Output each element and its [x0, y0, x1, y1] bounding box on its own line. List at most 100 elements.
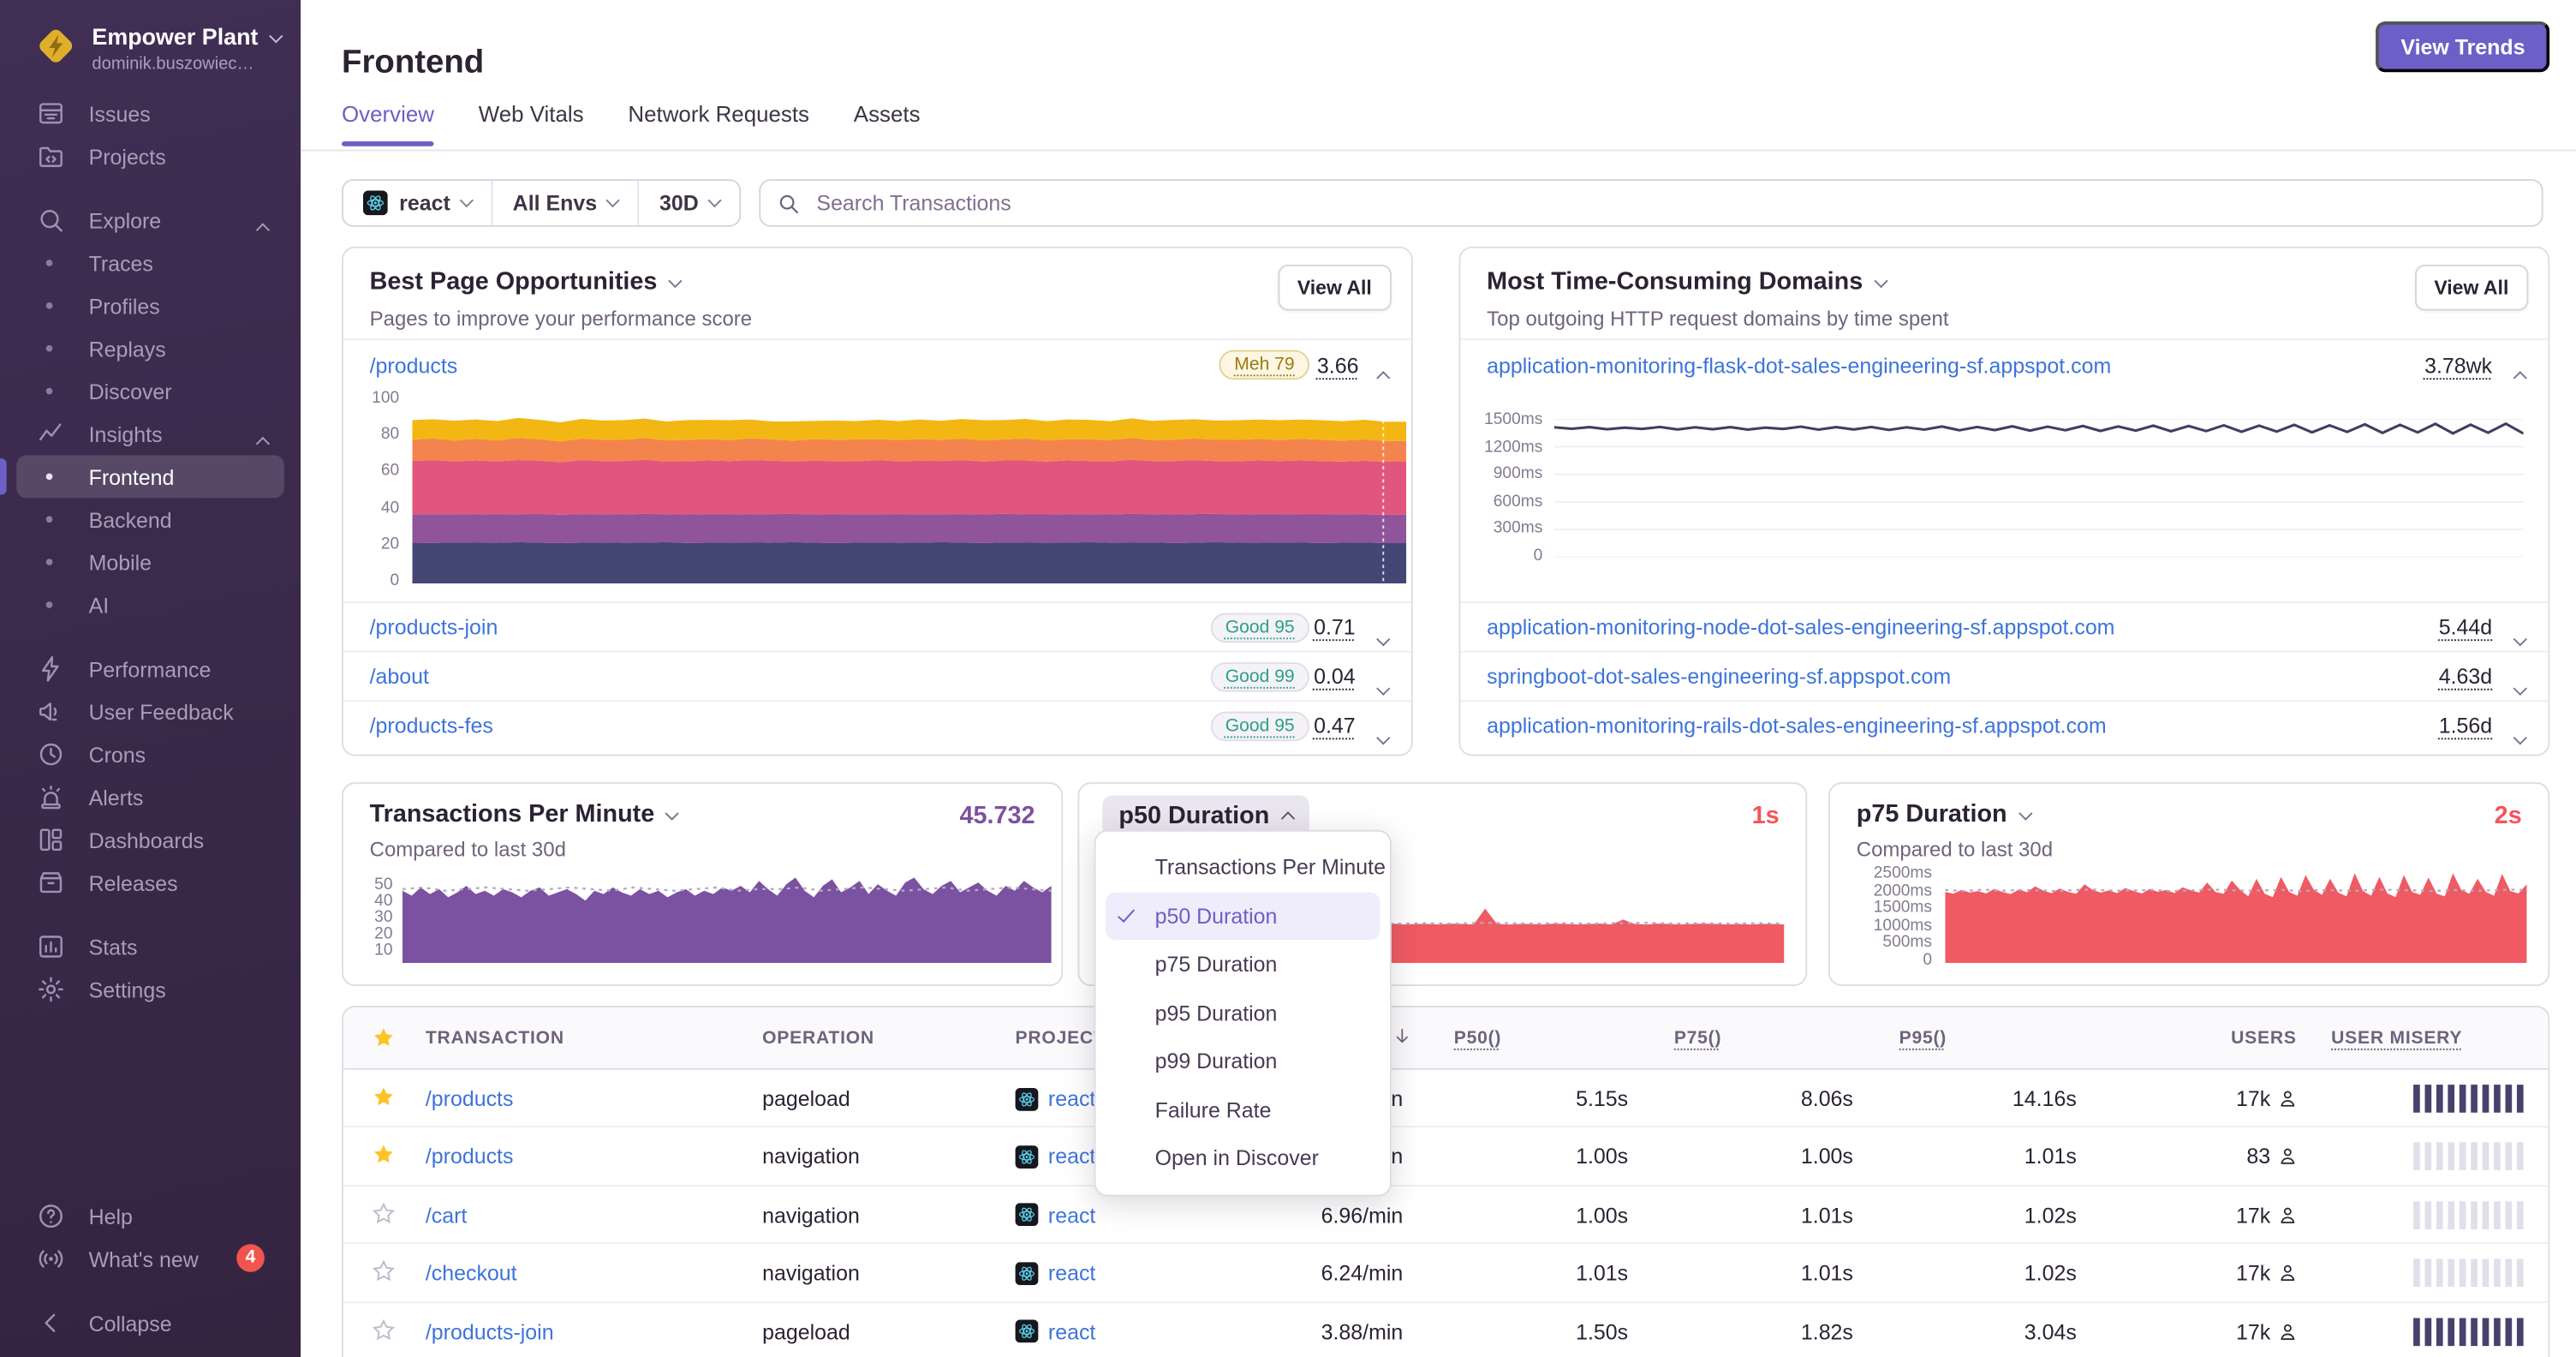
- page-link[interactable]: /about: [370, 664, 429, 689]
- sidebar-item-collapse[interactable]: Collapse: [16, 1301, 284, 1344]
- environment-filter[interactable]: All Envs: [492, 181, 638, 225]
- sidebar-item-stats[interactable]: Stats: [16, 925, 284, 968]
- expand-row-icon[interactable]: [1379, 721, 1389, 751]
- sidebar-item-user-feedback[interactable]: User Feedback: [16, 690, 284, 733]
- unstarred-icon[interactable]: [372, 1259, 397, 1284]
- sidebar-item-projects[interactable]: Projects: [16, 135, 284, 177]
- dropdown-item-open-in-discover[interactable]: Open in Discover: [1106, 1134, 1380, 1183]
- sidebar-item-frontend[interactable]: Frontend: [16, 455, 284, 498]
- p75-panel-title[interactable]: p75 Duration: [1857, 800, 2030, 828]
- page-link[interactable]: /products-fes: [370, 714, 493, 738]
- favorite-star-icon[interactable]: [372, 1025, 397, 1050]
- opportunity-score[interactable]: 0.47: [1314, 714, 1356, 738]
- bpo-panel-title[interactable]: Best Page Opportunities: [370, 268, 681, 296]
- starred-icon[interactable]: [372, 1085, 397, 1109]
- sidebar-item-ai[interactable]: AI: [16, 583, 284, 626]
- expand-row-icon[interactable]: [1379, 623, 1389, 653]
- dropdown-item-p99-duration[interactable]: p99 Duration: [1106, 1037, 1380, 1085]
- transaction-link[interactable]: /products: [426, 1145, 514, 1169]
- opportunity-score[interactable]: 3.66: [1317, 353, 1359, 378]
- tpm-panel-title[interactable]: Transactions Per Minute: [370, 800, 677, 828]
- sidebar-item-mobile[interactable]: Mobile: [16, 541, 284, 583]
- table-row[interactable]: /cart navigation react 6.96/min 1.00s 1.01s 1.…: [343, 1187, 2548, 1245]
- collapse-row-icon[interactable]: [1379, 362, 1389, 392]
- sidebar-item-insights[interactable]: Insights: [16, 413, 284, 456]
- table-row[interactable]: /products-join pageload react 3.88/min 1.50s…: [343, 1302, 2548, 1357]
- project-filter[interactable]: react: [343, 181, 492, 225]
- sidebar-item-traces[interactable]: Traces: [16, 242, 284, 284]
- column-header-p75-[interactable]: P75(): [1674, 1029, 1721, 1049]
- sidebar-item-performance[interactable]: Performance: [16, 648, 284, 690]
- project-cell[interactable]: react: [1016, 1261, 1096, 1286]
- sidebar-item-help[interactable]: Help: [16, 1195, 284, 1238]
- expand-row-icon[interactable]: [2515, 721, 2525, 751]
- score-badge[interactable]: Good 95: [1210, 612, 1309, 642]
- column-header-project[interactable]: PROJECT: [1016, 1029, 1106, 1049]
- sidebar-item-what-s-new[interactable]: What's new 4: [16, 1238, 284, 1281]
- column-header-transaction[interactable]: TRANSACTION: [426, 1029, 564, 1049]
- transaction-link[interactable]: /cart: [426, 1203, 468, 1228]
- project-cell[interactable]: react: [1016, 1203, 1096, 1228]
- sidebar-item-issues[interactable]: Issues: [16, 92, 284, 135]
- sidebar-item-releases[interactable]: Releases: [16, 861, 284, 904]
- starred-icon[interactable]: [372, 1143, 397, 1168]
- org-switcher[interactable]: Empower Plant dominik.buszowiec…: [0, 0, 301, 92]
- sidebar-item-settings[interactable]: Settings: [16, 968, 284, 1011]
- expand-row-icon[interactable]: [2515, 623, 2525, 653]
- column-header-users[interactable]: USERS: [2231, 1029, 2297, 1049]
- view-trends-button[interactable]: View Trends: [2376, 21, 2550, 72]
- unstarred-icon[interactable]: [372, 1318, 397, 1342]
- domains-panel-title[interactable]: Most Time-Consuming Domains: [1487, 268, 1886, 296]
- sidebar-item-dashboards[interactable]: Dashboards: [16, 818, 284, 861]
- bpo-view-all-button[interactable]: View All: [1278, 265, 1392, 311]
- sidebar-item-replays[interactable]: Replays: [16, 327, 284, 370]
- dropdown-item-failure-rate[interactable]: Failure Rate: [1106, 1085, 1380, 1134]
- sidebar-item-backend[interactable]: Backend: [16, 498, 284, 541]
- domain-link[interactable]: application-monitoring-node-dot-sales-en…: [1487, 614, 2114, 639]
- unstarred-icon[interactable]: [372, 1201, 397, 1226]
- sidebar-item-crons[interactable]: Crons: [16, 733, 284, 776]
- table-row[interactable]: /checkout navigation react 6.24/min 1.01s 1.0…: [343, 1245, 2548, 1303]
- column-header-user-misery[interactable]: USER MISERY: [2331, 1029, 2462, 1049]
- project-cell[interactable]: react: [1016, 1145, 1096, 1169]
- tab-network-requests[interactable]: Network Requests: [628, 102, 809, 146]
- dropdown-item-p95-duration[interactable]: p95 Duration: [1106, 989, 1380, 1037]
- transaction-link[interactable]: /products-join: [426, 1319, 554, 1344]
- score-badge[interactable]: Good 95: [1210, 710, 1309, 740]
- domains-view-all-button[interactable]: View All: [2414, 265, 2528, 311]
- dropdown-item-transactions-per-minute[interactable]: Transactions Per Minute: [1106, 843, 1380, 892]
- dropdown-item-p75-duration[interactable]: p75 Duration: [1106, 940, 1380, 989]
- domain-link[interactable]: application-monitoring-flask-dot-sales-e…: [1487, 353, 2111, 378]
- date-range-filter[interactable]: 30D: [638, 181, 740, 225]
- project-cell[interactable]: react: [1016, 1319, 1096, 1344]
- column-header-p50-[interactable]: P50(): [1454, 1029, 1501, 1049]
- sidebar-item-alerts[interactable]: Alerts: [16, 775, 284, 818]
- time-spent-value[interactable]: 1.56d: [2439, 714, 2492, 738]
- page-link[interactable]: /products: [370, 353, 458, 378]
- collapse-row-icon[interactable]: [2515, 362, 2525, 392]
- table-row[interactable]: /products navigation react in 1.00s 1.00s 1.01…: [343, 1128, 2548, 1187]
- domain-link[interactable]: springboot-dot-sales-engineering-sf.apps…: [1487, 664, 1951, 689]
- page-link[interactable]: /products-join: [370, 614, 498, 639]
- sidebar-item-discover[interactable]: Discover: [16, 370, 284, 413]
- project-cell[interactable]: react: [1016, 1086, 1096, 1111]
- sort-descending-icon[interactable]: [1392, 1025, 1413, 1047]
- dropdown-item-p50-duration[interactable]: p50 Duration: [1106, 892, 1380, 941]
- domain-link[interactable]: application-monitoring-rails-dot-sales-e…: [1487, 714, 2107, 738]
- search-transactions-box[interactable]: [759, 179, 2543, 227]
- opportunity-score[interactable]: 0.04: [1314, 664, 1356, 689]
- transaction-link[interactable]: /products: [426, 1086, 514, 1111]
- tab-assets[interactable]: Assets: [854, 102, 921, 146]
- expand-row-icon[interactable]: [1379, 673, 1389, 702]
- search-transactions-input[interactable]: [814, 189, 2525, 218]
- opportunity-score[interactable]: 0.71: [1314, 614, 1356, 639]
- transaction-link[interactable]: /checkout: [426, 1261, 517, 1286]
- column-header-p95-[interactable]: P95(): [1899, 1029, 1947, 1049]
- tab-overview[interactable]: Overview: [342, 102, 434, 146]
- time-spent-value[interactable]: 3.78wk: [2424, 353, 2492, 378]
- time-spent-value[interactable]: 4.63d: [2439, 664, 2492, 689]
- sidebar-item-profiles[interactable]: Profiles: [16, 284, 284, 327]
- score-badge[interactable]: Good 99: [1210, 661, 1309, 690]
- column-header-operation[interactable]: OPERATION: [762, 1029, 874, 1049]
- table-row[interactable]: /products pageload react in 5.15s 8.06s 14.16s…: [343, 1070, 2548, 1128]
